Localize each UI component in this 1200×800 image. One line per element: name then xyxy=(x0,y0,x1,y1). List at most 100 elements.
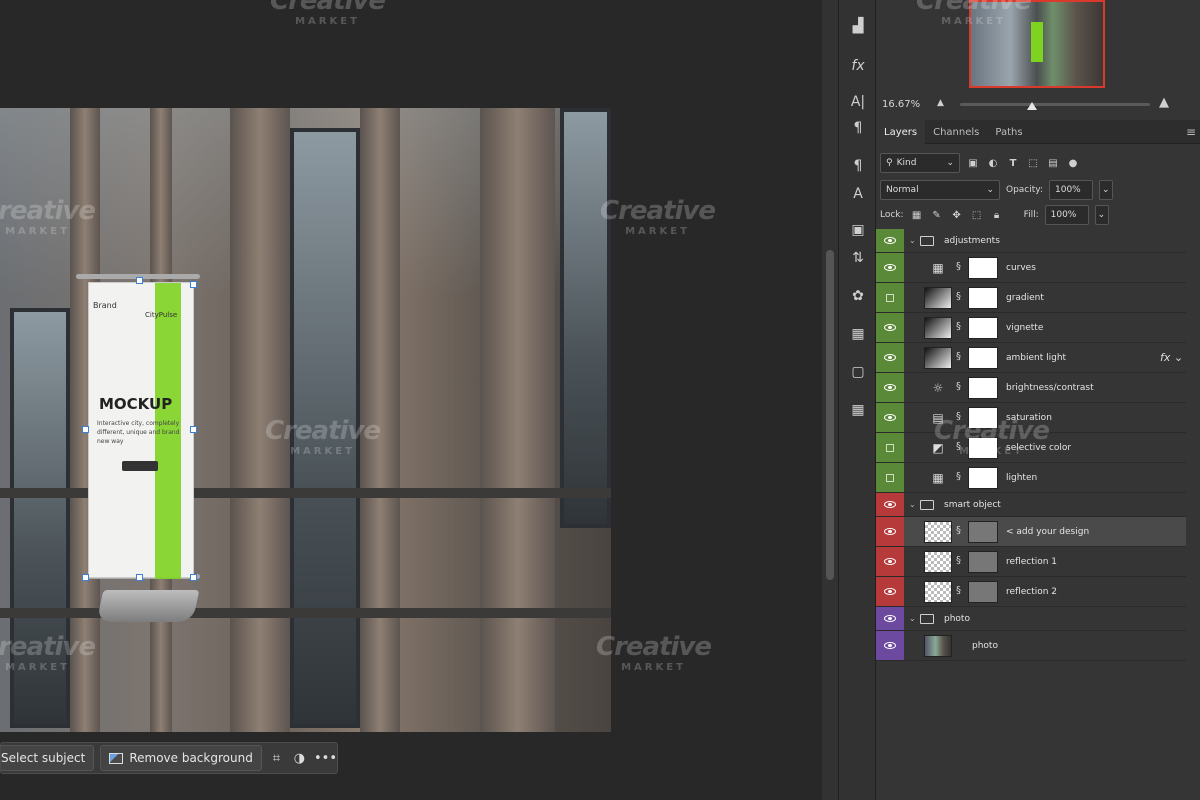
zoom-in-icon[interactable]: ▲ xyxy=(1159,95,1169,110)
layer-mask-thumbnail[interactable] xyxy=(968,437,998,459)
layer-row[interactable]: § < add your design xyxy=(876,517,1186,547)
paragraph-icon[interactable]: ¶ xyxy=(845,116,871,140)
more-options-icon[interactable]: ••• xyxy=(314,745,337,771)
layer-row[interactable]: ▦ § curves xyxy=(876,253,1186,283)
shape-filter-icon[interactable]: ⬚ xyxy=(1026,156,1040,170)
opacity-dropdown[interactable]: ⌄ xyxy=(1099,180,1113,200)
transform-icon[interactable]: ⌗ xyxy=(268,745,285,771)
adjustment-icon[interactable]: ◑ xyxy=(291,745,308,771)
document-canvas[interactable]: Brand CityPulse MOCKUP Interactive city,… xyxy=(0,108,611,732)
panel-menu-icon[interactable]: ≡ xyxy=(1186,125,1196,139)
fill-field[interactable]: 100% xyxy=(1044,205,1089,225)
layer-mask-thumbnail[interactable] xyxy=(968,347,998,369)
transform-handle[interactable] xyxy=(190,574,197,581)
layer-mask-thumbnail[interactable] xyxy=(968,407,998,429)
layer-row[interactable]: § reflection 1 xyxy=(876,547,1186,577)
eye-icon[interactable] xyxy=(876,493,904,516)
eye-icon[interactable] xyxy=(876,577,904,606)
type-filter-icon[interactable]: T xyxy=(1006,156,1020,170)
history-icon[interactable]: ⇅ xyxy=(845,246,871,270)
layer-row[interactable]: § ambient light fx ⌄ xyxy=(876,343,1186,373)
eye-icon[interactable] xyxy=(876,547,904,576)
zoom-slider-knob[interactable] xyxy=(1027,102,1037,110)
link-icon[interactable]: § xyxy=(956,411,961,422)
opacity-field[interactable]: 100% xyxy=(1049,180,1093,200)
layer-row[interactable]: § vignette xyxy=(876,313,1186,343)
layer-row[interactable]: ▦ § lighten xyxy=(876,463,1186,493)
canvas-area[interactable]: Brand CityPulse MOCKUP Interactive city,… xyxy=(0,0,822,800)
character-styles-icon[interactable]: A xyxy=(845,182,871,206)
transform-handle[interactable] xyxy=(136,277,143,284)
banner-mockup[interactable]: Brand CityPulse MOCKUP Interactive city,… xyxy=(88,282,194,579)
histogram-icon[interactable]: ▟ xyxy=(845,14,871,38)
layer-row[interactable]: § reflection 2 xyxy=(876,577,1186,607)
visibility-off-icon[interactable] xyxy=(876,433,904,462)
layer-row[interactable]: ☼ § brightness/contrast xyxy=(876,373,1186,403)
character-icon[interactable]: A| xyxy=(845,90,871,114)
eye-icon[interactable] xyxy=(876,403,904,432)
transform-handle[interactable] xyxy=(82,426,89,433)
visibility-off-icon[interactable] xyxy=(876,283,904,312)
layer-mask-thumbnail[interactable] xyxy=(968,467,998,489)
zoom-out-icon[interactable]: ▲ xyxy=(937,98,944,108)
canvas-scrollbar[interactable] xyxy=(822,0,838,800)
link-icon[interactable]: § xyxy=(956,381,961,392)
fill-dropdown[interactable]: ⌄ xyxy=(1094,205,1109,225)
lock-transparent-icon[interactable]: ▦ xyxy=(910,208,924,222)
select-subject-button[interactable]: Select subject xyxy=(1,745,95,771)
eye-icon[interactable] xyxy=(876,253,904,282)
eye-icon[interactable] xyxy=(876,517,904,546)
pixel-filter-icon[interactable]: ▣ xyxy=(966,156,980,170)
fx-icon[interactable]: fx xyxy=(845,54,871,78)
link-icon[interactable]: § xyxy=(956,261,961,272)
layer-mask-thumbnail[interactable] xyxy=(968,377,998,399)
swatches-icon[interactable]: ▦ xyxy=(845,322,871,346)
filter-toggle-icon[interactable]: ● xyxy=(1066,156,1080,170)
layer-group-row[interactable]: ⌄ adjustments xyxy=(876,229,1186,253)
layer-row[interactable]: photo xyxy=(876,631,1186,661)
libraries-icon[interactable]: ▣ xyxy=(845,218,871,242)
link-icon[interactable]: § xyxy=(956,351,961,362)
smart-object-thumbnail[interactable] xyxy=(924,521,952,543)
tab-layers[interactable]: Layers xyxy=(876,120,926,144)
chevron-down-icon[interactable]: ⌄ xyxy=(909,236,916,245)
zoom-slider[interactable] xyxy=(960,103,1150,106)
link-icon[interactable]: § xyxy=(956,471,961,482)
blend-mode-select[interactable]: Normal ⌄ xyxy=(880,180,1000,200)
lock-image-icon[interactable]: ✎ xyxy=(930,208,944,222)
zoom-value[interactable]: 16.67% xyxy=(882,99,920,110)
link-icon[interactable]: § xyxy=(956,441,961,452)
chevron-down-icon[interactable]: ⌄ xyxy=(909,500,916,509)
layer-mask-thumbnail[interactable] xyxy=(968,521,998,543)
visibility-off-icon[interactable] xyxy=(876,463,904,492)
link-icon[interactable]: § xyxy=(956,321,961,332)
lock-artboard-icon[interactable]: ⬚ xyxy=(970,208,984,222)
lock-all-icon[interactable]: 🔒︎ xyxy=(990,208,1004,222)
link-icon[interactable]: § xyxy=(956,291,961,302)
transform-handle[interactable] xyxy=(190,281,197,288)
layer-row[interactable]: § gradient xyxy=(876,283,1186,313)
transform-handle[interactable] xyxy=(82,574,89,581)
link-icon[interactable]: § xyxy=(956,525,961,536)
canvas-scrollbar-thumb[interactable] xyxy=(826,250,834,580)
eye-icon[interactable] xyxy=(876,343,904,372)
lock-position-icon[interactable]: ✥ xyxy=(950,208,964,222)
color-palette-icon[interactable]: ✿ xyxy=(845,284,871,308)
navigator-thumbnail[interactable] xyxy=(969,0,1105,88)
layer-mask-thumbnail[interactable] xyxy=(968,287,998,309)
smart-object-thumbnail[interactable] xyxy=(924,581,952,603)
layer-group-row[interactable]: ⌄ photo xyxy=(876,607,1186,631)
layer-row[interactable]: ◩ § selective color xyxy=(876,433,1186,463)
eye-icon[interactable] xyxy=(876,313,904,342)
paragraph-styles-icon[interactable]: ¶ xyxy=(845,154,871,178)
remove-background-button[interactable]: Remove background xyxy=(100,745,262,771)
eye-icon[interactable] xyxy=(876,607,904,630)
smart-object-filter-icon[interactable]: ▤ xyxy=(1046,156,1060,170)
filter-kind-select[interactable]: ⚲ Kind ⌄ xyxy=(880,153,960,173)
adjustment-filter-icon[interactable]: ◐ xyxy=(986,156,1000,170)
smart-object-thumbnail[interactable] xyxy=(924,551,952,573)
link-icon[interactable]: § xyxy=(956,585,961,596)
layer-mask-thumbnail[interactable] xyxy=(968,551,998,573)
eye-icon[interactable] xyxy=(876,631,904,660)
tab-paths[interactable]: Paths xyxy=(987,120,1030,144)
